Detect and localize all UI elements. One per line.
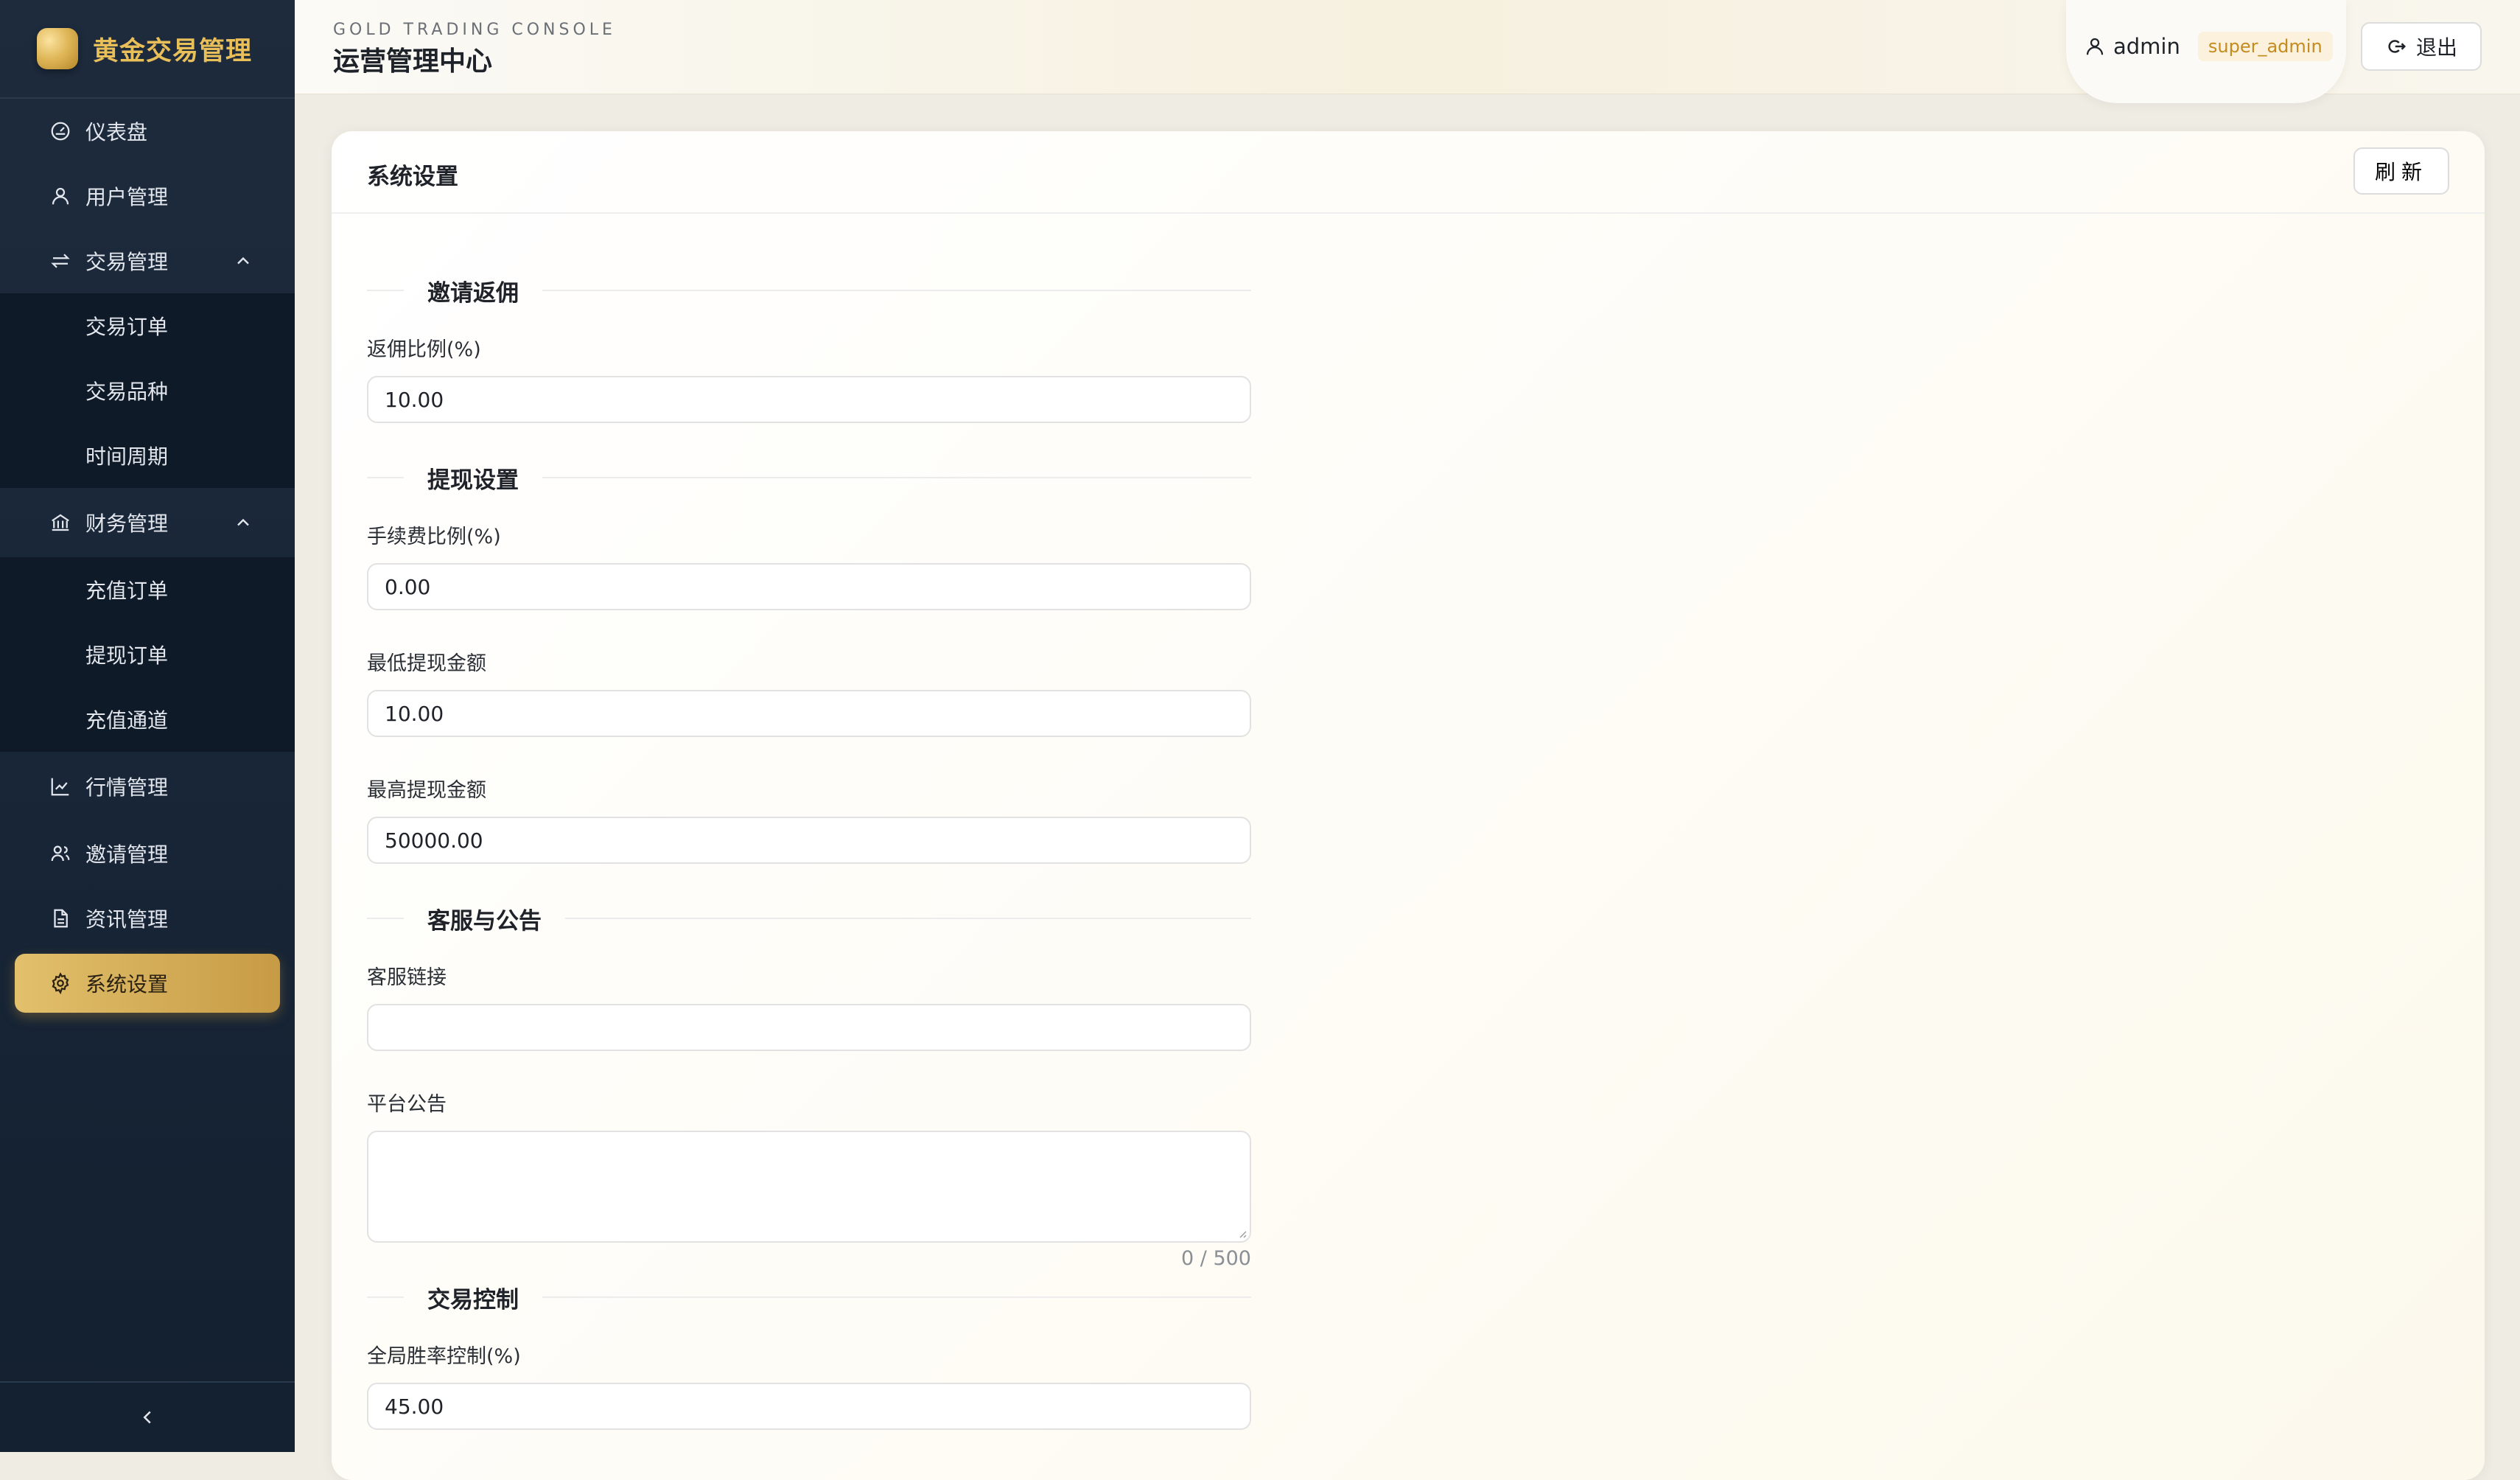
sidebar-item-label: 充值订单 (85, 579, 169, 603)
min-withdraw-input[interactable]: 10.00 (367, 690, 1251, 737)
submenu-finance: 充值订单 提现订单 充值通道 (0, 557, 295, 752)
max-withdraw-input[interactable]: 50000.00 (367, 817, 1251, 864)
sidebar-item-trade-orders[interactable]: 交易订单 (0, 293, 295, 358)
notice-label: 平台公告 (367, 1093, 447, 1116)
notice-counter: 0 / 500 (1181, 1247, 1251, 1270)
logout-icon (2388, 40, 2407, 53)
refresh-button[interactable]: 刷新 (2353, 147, 2449, 195)
chevron-left-icon (143, 1411, 151, 1424)
sidebar-item-invite[interactable]: 邀请管理 (0, 821, 295, 886)
header-subtitle: GOLD TRADING CONSOLE (333, 21, 616, 39)
settings-card: 系统设置 刷新 邀请返佣 返佣比例(%) 10.00 提现设置 手续费比例(%)… (332, 131, 2485, 1480)
sidebar-item-label: 交易品种 (85, 380, 169, 404)
users-icon (49, 842, 72, 865)
section-title-invite: 邀请返佣 (367, 276, 1251, 307)
min-withdraw-label: 最低提现金额 (367, 652, 486, 675)
logout-label: 退出 (2415, 36, 2457, 59)
document-icon (49, 907, 72, 930)
service-link-label: 客服链接 (367, 966, 447, 989)
brand-logo (37, 28, 78, 69)
sidebar-item-label: 提现订单 (85, 643, 169, 668)
max-withdraw-label: 最高提现金额 (367, 779, 486, 802)
exchange-icon (49, 249, 72, 273)
chart-line-icon (49, 775, 72, 798)
card-title: 系统设置 (367, 164, 458, 190)
card-header: 系统设置 刷新 (332, 131, 2485, 214)
winrate-input[interactable]: 45.00 (367, 1383, 1251, 1430)
section-title-withdraw: 提现设置 (367, 463, 1251, 494)
sidebar-item-dashboard[interactable]: 仪表盘 (0, 99, 295, 164)
sidebar-item-label: 交易订单 (85, 315, 169, 339)
sidebar-item-users[interactable]: 用户管理 (0, 164, 295, 228)
sidebar-item-withdraw-orders[interactable]: 提现订单 (0, 622, 295, 687)
sidebar-item-label: 用户管理 (85, 185, 169, 209)
sidebar-item-label: 时间周期 (85, 444, 169, 469)
sidebar-item-trade-products[interactable]: 交易品种 (0, 358, 295, 423)
sidebar-item-label: 财务管理 (85, 512, 169, 536)
brand-name: 黄金交易管理 (93, 36, 253, 66)
sidebar-item-label: 充值通道 (85, 708, 169, 733)
sidebar-item-time-periods[interactable]: 时间周期 (0, 423, 295, 488)
sidebar-item-label: 行情管理 (85, 775, 169, 800)
sidebar-item-news[interactable]: 资讯管理 (0, 886, 295, 951)
user-icon (49, 184, 72, 208)
commission-label: 返佣比例(%) (367, 338, 481, 361)
fee-input[interactable]: 0.00 (367, 563, 1251, 610)
user-chip[interactable]: admin super_admin (2066, 0, 2346, 103)
sidebar-item-settings[interactable]: 系统设置 (15, 954, 280, 1013)
section-title-service: 客服与公告 (367, 904, 1251, 935)
fee-label: 手续费比例(%) (367, 526, 501, 548)
user-name: admin (2113, 34, 2180, 59)
resize-grip-icon[interactable] (1236, 1228, 1247, 1238)
page-title: 运营管理中心 (333, 46, 493, 77)
sidebar-item-label: 邀请管理 (85, 842, 169, 867)
brand: 黄金交易管理 (0, 0, 295, 99)
notice-textarea[interactable] (367, 1131, 1251, 1243)
sidebar-item-label: 资讯管理 (85, 907, 169, 932)
sidebar-menu: 仪表盘 用户管理 交易管理 交易订单 交易品种 时间周期 财务管理 充值订单 提… (0, 99, 295, 1013)
bank-icon (49, 511, 72, 534)
sidebar: 黄金交易管理 仪表盘 用户管理 交易管理 交易订单 交易品种 时间周期 财务管理… (0, 0, 295, 1452)
sidebar-item-market[interactable]: 行情管理 (0, 752, 295, 821)
dashboard-icon (49, 119, 72, 143)
logout-button[interactable]: 退出 (2361, 22, 2482, 71)
gear-icon (49, 971, 72, 995)
sidebar-item-trade[interactable]: 交易管理 (0, 228, 295, 293)
winrate-label: 全局胜率控制(%) (367, 1345, 521, 1368)
sidebar-item-recharge-orders[interactable]: 充值订单 (0, 557, 295, 622)
commission-input[interactable]: 10.00 (367, 376, 1251, 423)
sidebar-item-finance[interactable]: 财务管理 (0, 488, 295, 557)
chevron-up-icon[interactable] (233, 251, 253, 271)
submenu-trade: 交易订单 交易品种 时间周期 (0, 293, 295, 488)
sidebar-item-label: 仪表盘 (85, 120, 148, 144)
chevron-up-icon[interactable] (233, 512, 253, 533)
sidebar-item-label: 交易管理 (85, 250, 169, 274)
sidebar-item-label: 系统设置 (85, 972, 169, 996)
sidebar-item-recharge-channels[interactable]: 充值通道 (0, 687, 295, 752)
sidebar-collapse-button[interactable] (0, 1381, 295, 1452)
top-header: GOLD TRADING CONSOLE 运营管理中心 admin super_… (295, 0, 2520, 103)
user-icon (2086, 38, 2104, 55)
role-badge: super_admin (2197, 32, 2333, 61)
service-link-input[interactable] (367, 1004, 1251, 1051)
section-title-trade: 交易控制 (367, 1282, 1251, 1313)
